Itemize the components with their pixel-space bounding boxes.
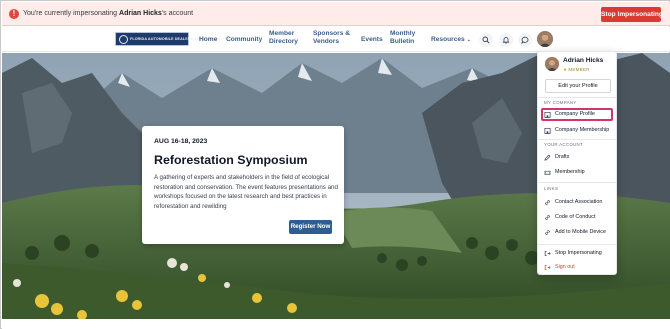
user-photo [545,57,559,71]
bell-icon [502,37,510,44]
menu-item-company-profile[interactable]: Company Profile [541,108,613,121]
section-title-links: LINKS [544,186,559,191]
event-card: AUG 16-18, 2023 Reforestation Symposium … [142,126,344,244]
register-now-button[interactable]: Register Now [289,220,332,234]
sign-out-icon [544,264,551,271]
pencil-icon [544,154,551,161]
star-icon: ★ [563,67,568,72]
browser-frame: ! You're currently impersonating Adrian … [0,0,670,329]
menu-item-contact-association[interactable]: Contact Association [541,196,613,209]
section-title-your-account: YOUR ACCOUNT [544,142,583,147]
divider [538,182,616,183]
menu-item-add-to-mobile-device[interactable]: Add to Mobile Device [541,226,613,239]
chat-icon [521,36,529,44]
divider [538,244,616,245]
chevron-down-icon: ⌄ [466,37,471,43]
event-title: Reforestation Symposium [154,153,308,167]
impersonation-message: You're currently impersonating Adrian Hi… [23,10,194,17]
association-logo[interactable]: FLORIDA AUTOMOBILE DEALERS ASSOCIATION [115,32,220,46]
avatar[interactable] [537,31,553,47]
page-footer-strip [2,319,670,329]
stop-impersonating-button[interactable]: Stop Impersonating [601,7,663,22]
nav-item-sponsors-vendors[interactable]: Sponsors & Vendors [313,30,350,46]
link-icon [545,200,550,205]
nav-item-monthly-bulletin[interactable]: Monthly Bulletin [390,30,415,46]
divider [538,97,616,98]
nav-item-events[interactable]: Events [361,36,383,44]
edit-profile-button[interactable]: Edit your Profile [545,79,611,93]
alert-icon: ! [9,9,19,19]
link-icon [545,215,550,220]
nav-item-home[interactable]: Home [199,36,217,44]
logo-seal-icon [119,35,128,44]
menu-item-company-membership[interactable]: Company Membership [541,124,613,137]
top-navigation: FLORIDA AUTOMOBILE DEALERS ASSOCIATION H… [2,27,670,52]
nav-item-community[interactable]: Community [226,36,262,44]
ticket-icon [544,170,551,175]
menu-item-membership[interactable]: Membership [541,166,613,179]
search-icon [482,36,490,44]
menu-item-code-of-conduct[interactable]: Code of Conduct [541,211,613,224]
impersonated-user-name: Adrian Hicks [119,10,162,17]
link-icon [545,230,550,235]
member-badge: ★MEMBER [563,67,590,72]
building-icon [544,127,551,134]
building-icon [544,111,551,118]
profile-name: Adrian Hicks [563,57,604,64]
impersonation-banner: ! You're currently impersonating Adrian … [2,2,670,26]
exit-icon [544,250,551,257]
nav-item-resources[interactable]: Resources ⌄ [431,36,471,44]
notifications-button[interactable] [499,33,513,47]
profile-dropdown-menu: Adrian Hicks ★MEMBER Edit your Profile M… [537,51,617,275]
avatar [545,57,559,71]
nav-item-member-directory[interactable]: Member Directory [269,30,298,46]
menu-item-stop-impersonating[interactable]: Stop Impersonating [541,247,613,260]
event-date: AUG 16-18, 2023 [154,138,208,145]
menu-item-sign-out[interactable]: Sign out [541,261,613,274]
menu-item-drafts[interactable]: Drafts [541,151,613,164]
divider [538,139,616,140]
search-button[interactable] [479,33,493,47]
messages-button[interactable] [518,33,532,47]
event-description: A gathering of experts and stakeholders … [154,174,338,210]
user-photo [537,31,553,47]
section-title-my-company: MY COMPANY [544,100,577,105]
